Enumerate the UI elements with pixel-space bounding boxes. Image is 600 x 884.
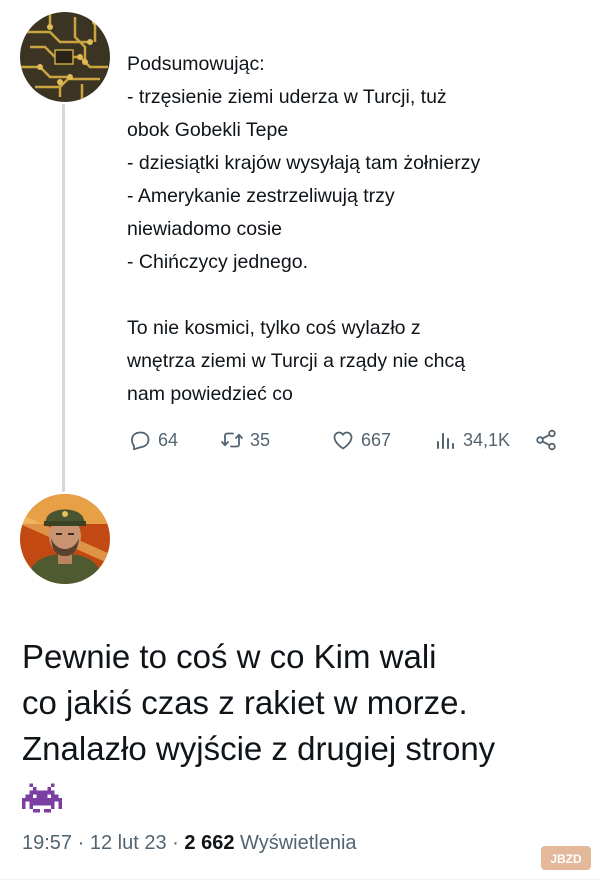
views-button[interactable]: 34,1K [433, 424, 510, 456]
reply-button[interactable]: 64 [128, 424, 178, 456]
views-count: 34,1K [463, 429, 511, 450]
space-invader-emoji [22, 783, 62, 813]
meta-separator: · [172, 832, 179, 854]
tweet1-line: - Chińczycy jednego. [127, 251, 309, 273]
divider [0, 879, 600, 880]
tweet2-metadata: 19:57 · 12 lut 23 · 2 662 Wyświetlenia [22, 832, 357, 855]
tweet2-line: Znalazło wyjście z drugiej strony [22, 730, 496, 767]
thread-connector-line [62, 104, 65, 492]
tweet2-body: Pewnie to coś w co Kim wali co jakiś cza… [22, 634, 592, 772]
tweet-date[interactable]: 12 lut 23 [90, 832, 167, 854]
soldier-avatar-image [20, 494, 110, 584]
meta-separator: · [77, 832, 85, 854]
tweet1-line: niewiadomo cosie [127, 218, 283, 240]
tweet1-line: - trzęsienie ziemi uderza w Turcji, tuż [127, 86, 447, 108]
tweet-time[interactable]: 19:57 [22, 832, 72, 854]
retweet-button[interactable]: 35 [220, 424, 270, 456]
tweet2-line: co jakiś czas z rakiet w morze. [22, 684, 468, 721]
like-button[interactable]: 667 [331, 424, 391, 456]
tweet1-action-bar: 64 35 667 34,1K [128, 424, 568, 456]
tweet1-line: nam powiedzieć co [127, 383, 293, 405]
like-count: 667 [361, 429, 392, 450]
share-button[interactable] [534, 424, 558, 456]
tweet2-line: Pewnie to coś w co Kim wali [22, 638, 437, 675]
tweet1-blank-line [127, 279, 587, 312]
circuit-avatar-image [20, 12, 110, 102]
reply-count: 64 [158, 429, 179, 450]
retweet-icon [221, 432, 243, 448]
tweet1-line: - dziesiątki krajów wysyłają tam żołnier… [127, 152, 481, 174]
views-label[interactable]: Wyświetlenia [240, 832, 357, 854]
watermark-text: JBZD [550, 852, 582, 866]
jbzd-watermark-logo: JBZD [541, 846, 591, 870]
tweet1-line: - Amerykanie zestrzeliwują trzy [127, 185, 395, 207]
retweet-count: 35 [250, 429, 271, 450]
tweet1-line: obok Gobekli Tepe [127, 119, 289, 141]
tweet1-line: To nie kosmici, tylko coś wylazło z [127, 317, 421, 339]
tweet1-line: wnętrza ziemi w Turcji a rządy nie chcą [127, 350, 466, 372]
avatar-circuit-board[interactable] [20, 12, 110, 102]
tweet1-body: Podsumowując: - trzęsienie ziemi uderza … [127, 48, 587, 411]
bar-chart-icon [437, 433, 454, 449]
tweet1-line: Podsumowując: [127, 53, 265, 75]
reply-icon [131, 431, 150, 451]
share-icon [536, 429, 556, 451]
avatar-soldier[interactable] [20, 494, 110, 584]
heart-icon [333, 431, 353, 450]
views-count-bold: 2 662 [184, 832, 235, 854]
